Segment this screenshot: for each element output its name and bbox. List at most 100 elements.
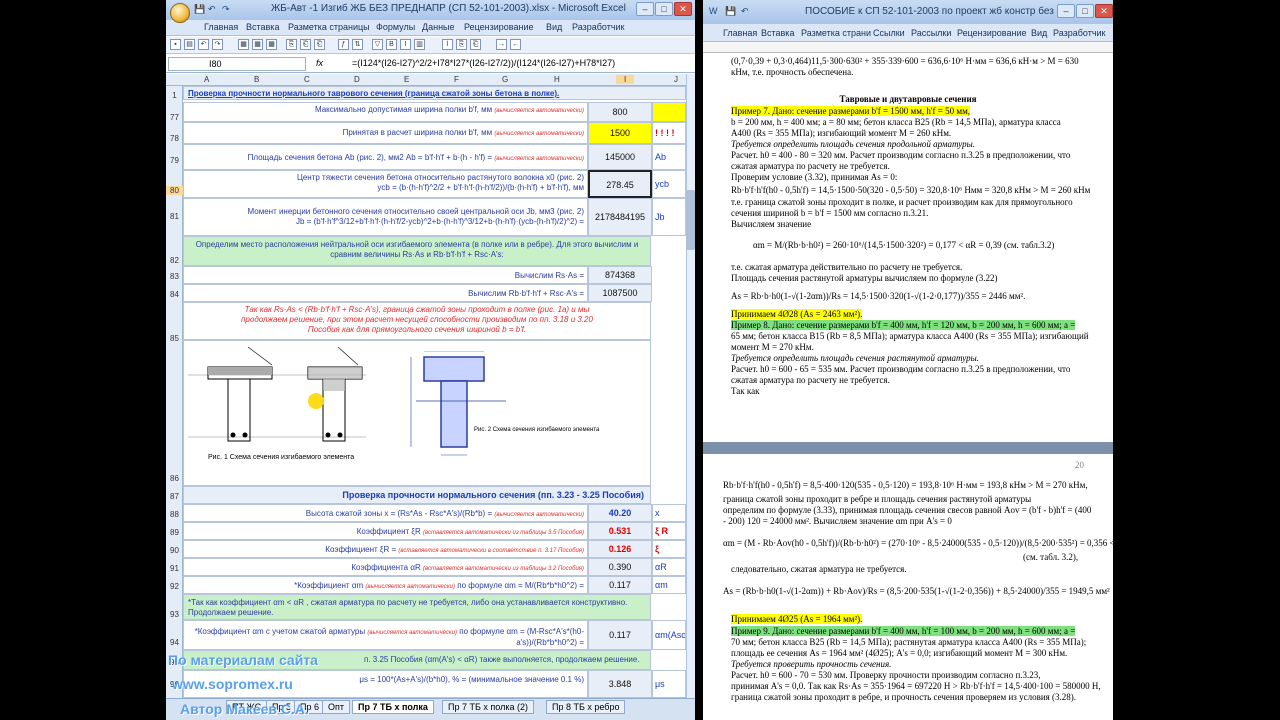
brush-icon[interactable]: ⌇ bbox=[442, 39, 453, 50]
print-icon[interactable]: ▤ bbox=[184, 39, 195, 50]
row-number[interactable]: 84 bbox=[166, 290, 183, 299]
save-icon[interactable]: 💾 bbox=[725, 6, 736, 17]
tab-page-layout[interactable]: Разметка страни bbox=[801, 28, 871, 38]
column-header[interactable]: C bbox=[304, 75, 310, 84]
arrow-icon[interactable]: ← bbox=[510, 39, 521, 50]
cell-value[interactable]: 800 bbox=[588, 102, 652, 122]
tab-data[interactable]: Данные bbox=[422, 22, 455, 32]
cell-unit[interactable]: ycb bbox=[652, 170, 686, 198]
tab-mailings[interactable]: Рассылки bbox=[911, 28, 951, 38]
arrow-icon[interactable]: → bbox=[496, 39, 507, 50]
cell-label[interactable]: Принятая в расчет ширина полки b'f, мм (… bbox=[183, 122, 588, 144]
cell-unit[interactable]: ! ! ! ! bbox=[652, 122, 686, 144]
copy-icon[interactable]: ⎘ bbox=[286, 39, 297, 50]
cell-label[interactable]: Центр тяжести сечения бетона относительн… bbox=[183, 170, 588, 198]
row-number[interactable]: 91 bbox=[166, 564, 183, 573]
tab-view[interactable]: Вид bbox=[546, 22, 562, 32]
tab-insert[interactable]: Вставка bbox=[246, 22, 279, 32]
cell-label[interactable]: Вычислим Rb·b'f·h'f + Rsc·A's = bbox=[183, 284, 588, 302]
tab-home[interactable]: Главная bbox=[723, 28, 757, 38]
cell-unit[interactable] bbox=[652, 102, 686, 122]
paste-icon[interactable]: ⎗ bbox=[470, 39, 481, 50]
cell-label[interactable]: Коэффициент ξR = (вставляется автоматиче… bbox=[183, 540, 588, 558]
cell-value[interactable]: 1087500 bbox=[588, 284, 652, 302]
minimize-button[interactable]: – bbox=[1057, 4, 1075, 18]
cell-label[interactable]: Высота сжатой зоны x = (Rs*As - Rsc*A's)… bbox=[183, 504, 588, 522]
cell-value[interactable]: 2178484195 bbox=[588, 198, 652, 236]
tab-review[interactable]: Рецензирование bbox=[957, 28, 1027, 38]
tab-home[interactable]: Главная bbox=[204, 22, 238, 32]
close-button[interactable]: ✕ bbox=[674, 2, 692, 16]
chart-icon[interactable]: ▥ bbox=[414, 39, 425, 50]
row-number[interactable]: 1 bbox=[166, 91, 183, 100]
cell-label[interactable]: Вычислим Rs·As = bbox=[183, 266, 588, 284]
tab-review[interactable]: Рецензирование bbox=[464, 22, 534, 32]
cell-unit[interactable]: αR bbox=[652, 558, 686, 576]
paste-icon[interactable]: ⎗ bbox=[314, 39, 325, 50]
cell-unit[interactable]: ξ R bbox=[652, 522, 686, 540]
maximize-button[interactable]: □ bbox=[655, 2, 673, 16]
function-icon[interactable]: ƒ bbox=[338, 39, 349, 50]
cell-label[interactable]: Площадь сечения бетона Ab (рис. 2), мм2 … bbox=[183, 144, 588, 170]
cell-unit[interactable]: αm(Asc bbox=[652, 620, 686, 650]
info-text[interactable]: *Так как коэффициент αm < αR , сжатая ар… bbox=[183, 594, 651, 620]
sort-icon[interactable]: ⇅ bbox=[352, 39, 363, 50]
cell-unit[interactable]: Ab bbox=[652, 144, 686, 170]
maximize-button[interactable]: □ bbox=[1076, 4, 1094, 18]
close-button[interactable]: ✕ bbox=[1095, 4, 1113, 18]
grid-icon[interactable]: ▦ bbox=[252, 39, 263, 50]
column-header[interactable]: H bbox=[554, 75, 560, 84]
column-header[interactable]: J bbox=[674, 75, 678, 84]
tab-formulas[interactable]: Формулы bbox=[376, 22, 415, 32]
row-number[interactable]: 83 bbox=[166, 272, 183, 281]
bold-icon[interactable]: B bbox=[386, 39, 397, 50]
name-box[interactable]: I80 bbox=[168, 57, 306, 71]
row-number[interactable]: 79 bbox=[166, 156, 183, 165]
cell-label[interactable]: Максимально допустимая ширина полки b'f,… bbox=[183, 102, 588, 122]
column-header[interactable]: B bbox=[254, 75, 259, 84]
word-icon[interactable]: W bbox=[709, 6, 718, 16]
ruler[interactable] bbox=[703, 42, 1113, 53]
sheet-tab[interactable]: Пр 8 ТБ х ребро bbox=[546, 700, 626, 714]
row-number[interactable]: 94 bbox=[166, 638, 183, 647]
cell-label[interactable]: *Коэффициент αm (вычисляется автоматичес… bbox=[183, 576, 588, 594]
tab-view[interactable]: Вид bbox=[1031, 28, 1047, 38]
column-header[interactable]: I bbox=[616, 75, 635, 84]
row-number[interactable]: 90 bbox=[166, 546, 183, 555]
tab-developer[interactable]: Разработчик bbox=[1053, 28, 1105, 38]
cell-value[interactable]: 40.20 bbox=[588, 504, 652, 522]
tab-references[interactable]: Ссылки bbox=[873, 28, 905, 38]
filter-icon[interactable]: ▽ bbox=[372, 39, 383, 50]
tab-developer[interactable]: Разработчик bbox=[572, 22, 624, 32]
tab-insert[interactable]: Вставка bbox=[761, 28, 794, 38]
formula-input[interactable]: =(I124*(I26-I27)^2/2+I78*I27*(I26-I27/2)… bbox=[352, 58, 615, 68]
fx-icon[interactable]: fx bbox=[316, 58, 323, 68]
row-number[interactable]: 88 bbox=[166, 510, 183, 519]
info-text[interactable]: Определим место расположения нейтральной… bbox=[183, 236, 651, 266]
cell-label[interactable]: Момент инерции бетонного сечения относит… bbox=[183, 198, 588, 236]
row-number[interactable]: 92 bbox=[166, 582, 183, 591]
row-number[interactable]: 77 bbox=[166, 113, 183, 122]
grid-icon[interactable]: ▦ bbox=[266, 39, 277, 50]
cell-value[interactable]: 0.117 bbox=[588, 576, 652, 594]
office-button[interactable] bbox=[170, 3, 190, 23]
cell-label[interactable]: *Коэффициент αm с учетом сжатой арматуры… bbox=[183, 620, 588, 650]
cell-value[interactable]: 145000 bbox=[588, 144, 652, 170]
column-header[interactable]: A bbox=[204, 75, 209, 84]
row-number[interactable]: 85 bbox=[166, 334, 183, 343]
cell-value[interactable]: 0.117 bbox=[588, 620, 652, 650]
italic-icon[interactable]: I bbox=[400, 39, 411, 50]
column-header[interactable]: F bbox=[454, 75, 459, 84]
undo-icon[interactable]: ↶ bbox=[741, 6, 749, 17]
row-number[interactable]: 87 bbox=[166, 492, 183, 501]
cell-value[interactable]: 0.126 bbox=[588, 540, 652, 558]
sheet-tab[interactable]: Опт bbox=[322, 700, 350, 714]
row-number[interactable]: 89 bbox=[166, 528, 183, 537]
redo-icon[interactable]: ↷ bbox=[222, 4, 230, 15]
undo-icon[interactable]: ↶ bbox=[198, 39, 209, 50]
cell-unit[interactable]: x bbox=[652, 504, 686, 522]
table-icon[interactable]: ▦ bbox=[238, 39, 249, 50]
row-number[interactable]: 78 bbox=[166, 134, 183, 143]
section-title[interactable]: Проверка прочности нормального таврового… bbox=[183, 86, 686, 100]
cell-label[interactable]: Коэффициента αR (вставляется автоматичес… bbox=[183, 558, 588, 576]
